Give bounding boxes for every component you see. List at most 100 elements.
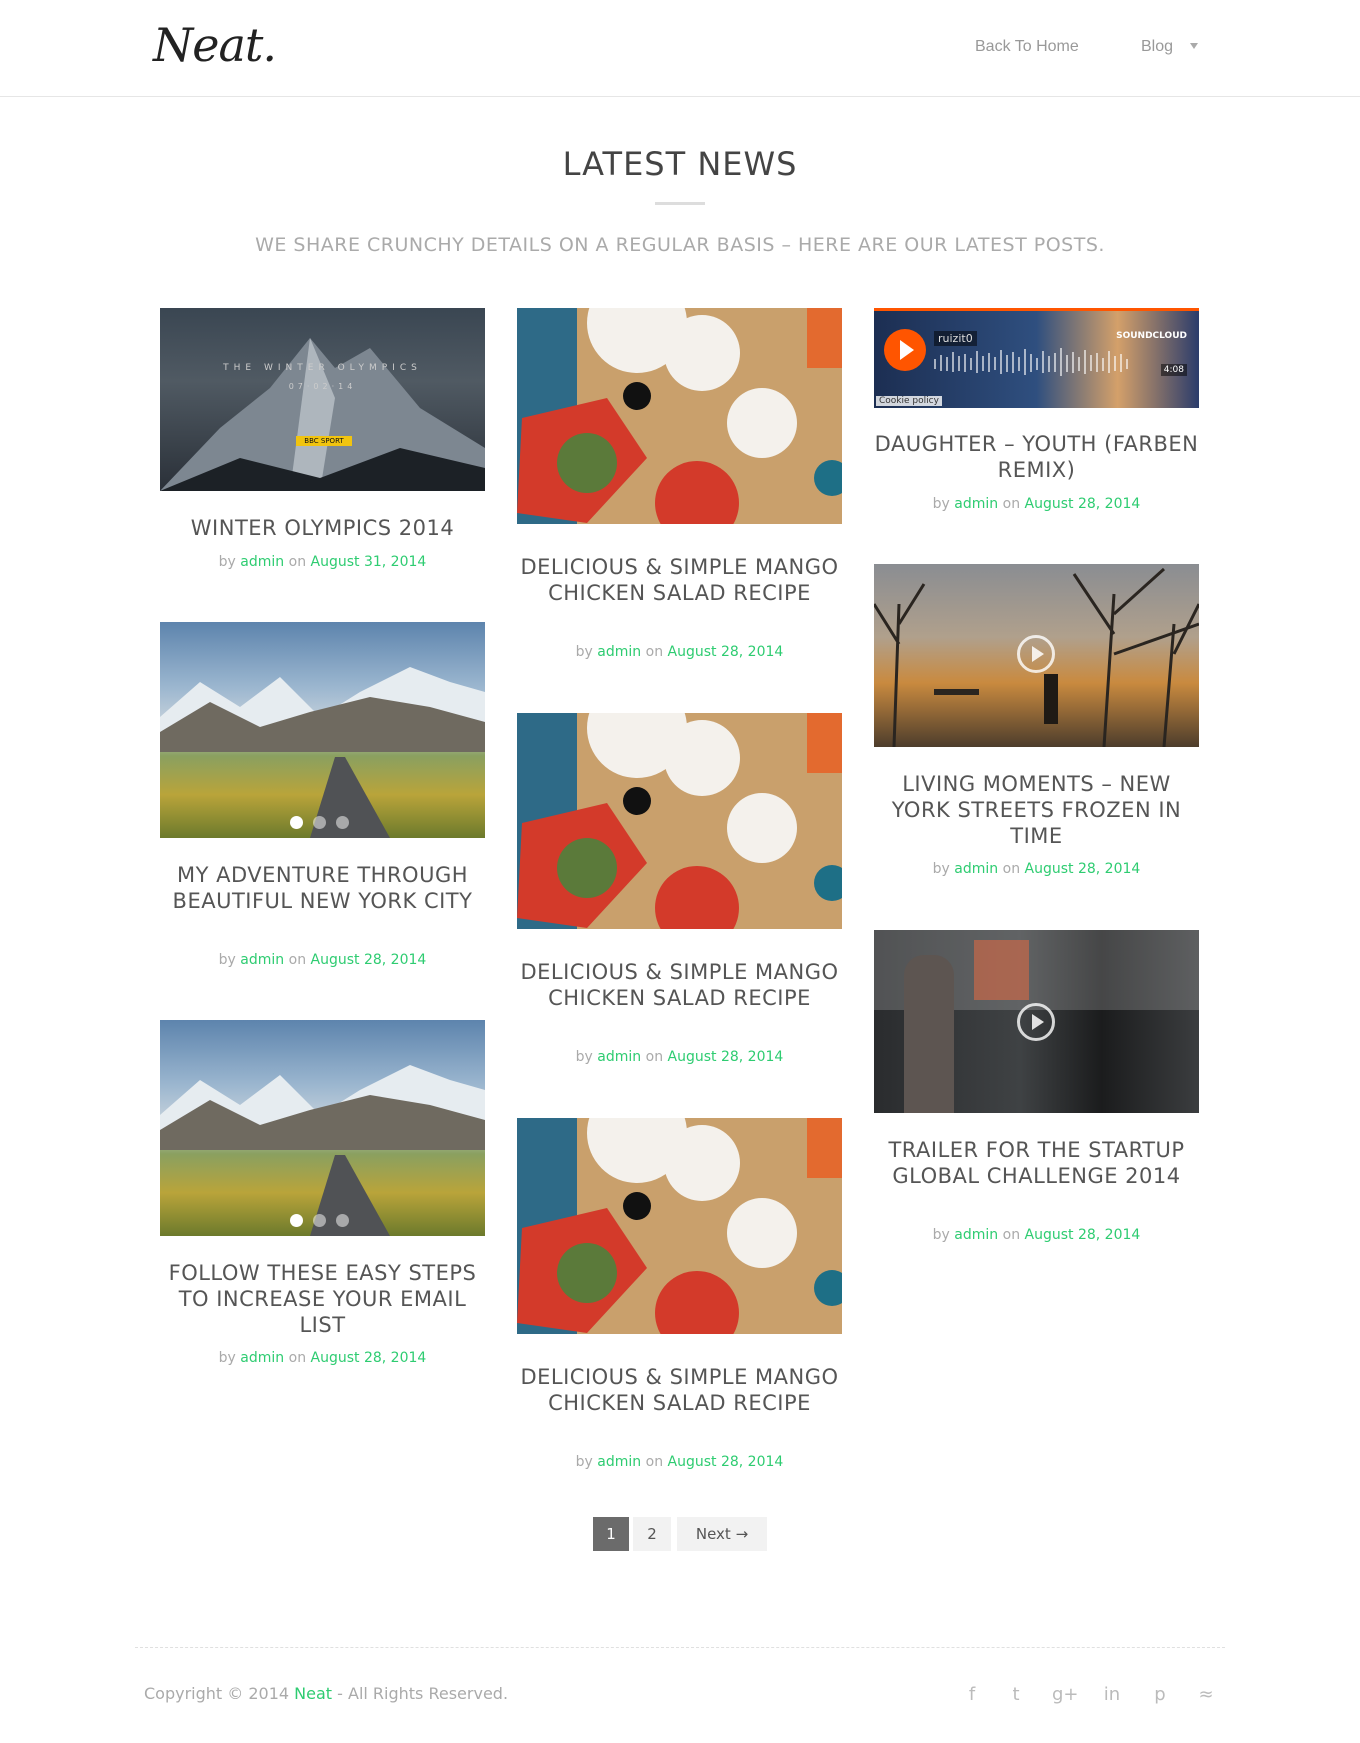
cookie-policy-link[interactable]: Cookie policy [876, 396, 942, 406]
meta-by: by [218, 554, 241, 570]
post-thumbnail[interactable] [517, 1118, 842, 1334]
author-link[interactable]: admin [597, 1049, 641, 1065]
author-link[interactable]: admin [240, 554, 284, 570]
meta-on: on [284, 554, 311, 570]
date-link[interactable]: August 28, 2014 [1025, 861, 1141, 877]
post-card: MY ADVENTURE THROUGH BEAUTIFUL NEW YORK … [160, 622, 485, 968]
site-header: Neat. Back To Home Blog [0, 0, 1360, 97]
author-link[interactable]: admin [954, 861, 998, 877]
author-link[interactable]: admin [954, 496, 998, 512]
post-title[interactable]: TRAILER FOR THE STARTUP GLOBAL CHALLENGE… [874, 1137, 1199, 1189]
post-meta: by admin on August 28, 2014 [160, 952, 485, 968]
video-thumbnail[interactable] [874, 930, 1199, 1113]
rss-icon[interactable]: ≈ [1194, 1684, 1218, 1705]
landscape-image [160, 667, 485, 838]
post-meta: by admin on August 28, 2014 [874, 1227, 1199, 1243]
play-button[interactable] [884, 329, 926, 371]
meta-on: on [641, 644, 668, 660]
slider-dot[interactable] [290, 1214, 303, 1227]
post-title[interactable]: LIVING MOMENTS – NEW YORK STREETS FROZEN… [874, 771, 1199, 849]
post-title[interactable]: DELICIOUS & SIMPLE MANGO CHICKEN SALAD R… [517, 1364, 842, 1416]
date-link[interactable]: August 28, 2014 [1025, 496, 1141, 512]
date-link[interactable]: August 28, 2014 [668, 644, 784, 660]
waveform[interactable] [934, 347, 1134, 377]
post-thumbnail-slider[interactable] [160, 622, 485, 838]
meta-by: by [218, 1350, 241, 1366]
meta-on: on [284, 1350, 311, 1366]
slider-dot[interactable] [290, 816, 303, 829]
video-play-icon[interactable] [1017, 635, 1055, 673]
nav-blog[interactable]: Blog [1141, 38, 1173, 56]
video-play-icon[interactable] [1017, 1003, 1055, 1041]
post-title[interactable]: DAUGHTER – YOUTH (FARBEN REMIX) [874, 431, 1199, 483]
post-title[interactable]: DELICIOUS & SIMPLE MANGO CHICKEN SALAD R… [517, 959, 842, 1011]
meta-on: on [641, 1454, 668, 1470]
food-image [517, 1118, 842, 1334]
meta-by: by [932, 1227, 955, 1243]
post-card: TRAILER FOR THE STARTUP GLOBAL CHALLENGE… [874, 930, 1199, 1243]
mountain-image [160, 338, 485, 491]
meta-on: on [284, 952, 311, 968]
post-card: FOLLOW THESE EASY STEPS TO INCREASE YOUR… [160, 1020, 485, 1366]
post-meta: by admin on August 28, 2014 [160, 1350, 485, 1366]
soundcloud-user[interactable]: ruizit0 [934, 331, 977, 346]
post-thumbnail[interactable] [517, 713, 842, 929]
post-meta: by admin on August 28, 2014 [874, 496, 1199, 512]
slider-dot[interactable] [336, 816, 349, 829]
post-thumbnail[interactable] [517, 308, 842, 524]
slider-dot[interactable] [313, 1214, 326, 1227]
meta-by: by [218, 952, 241, 968]
facebook-icon[interactable]: f [960, 1684, 984, 1705]
site-logo[interactable]: Neat. [153, 18, 277, 72]
nav-back-to-home[interactable]: Back To Home [975, 38, 1079, 56]
author-link[interactable]: admin [240, 1350, 284, 1366]
post-title[interactable]: MY ADVENTURE THROUGH BEAUTIFUL NEW YORK … [160, 862, 485, 914]
caret-down-icon[interactable] [1190, 43, 1198, 49]
sticky-notes-image [974, 940, 1029, 1000]
slider-dot[interactable] [313, 816, 326, 829]
meta-on: on [998, 496, 1025, 512]
meta-by: by [575, 1454, 598, 1470]
slider-dot[interactable] [336, 1214, 349, 1227]
page-2-button[interactable]: 2 [633, 1517, 671, 1551]
date-link[interactable]: August 28, 2014 [311, 1350, 427, 1366]
meta-by: by [932, 496, 955, 512]
author-link[interactable]: admin [954, 1227, 998, 1243]
copyright-text: Copyright © 2014 [144, 1684, 295, 1703]
post-title[interactable]: WINTER OLYMPICS 2014 [160, 515, 485, 541]
author-link[interactable]: admin [597, 1454, 641, 1470]
date-link[interactable]: August 28, 2014 [1025, 1227, 1141, 1243]
post-title[interactable]: FOLLOW THESE EASY STEPS TO INCREASE YOUR… [160, 1260, 485, 1338]
post-thumbnail-slider[interactable] [160, 1020, 485, 1236]
post-card: ruizit0 SOUNDCLOUD 4:08 Cookie policy DA… [874, 308, 1199, 512]
post-meta: by admin on August 28, 2014 [517, 1454, 842, 1470]
soundcloud-logo[interactable]: SOUNDCLOUD [1116, 331, 1187, 341]
post-card: DELICIOUS & SIMPLE MANGO CHICKEN SALAD R… [517, 713, 842, 1065]
twitter-icon[interactable]: t [1004, 1684, 1028, 1705]
food-image [517, 713, 842, 929]
author-link[interactable]: admin [597, 644, 641, 660]
post-card: THE WINTER OLYMPICS 07·02·14 BBC SPORT W… [160, 308, 485, 570]
date-link[interactable]: August 31, 2014 [311, 554, 427, 570]
brand-link[interactable]: Neat [294, 1684, 332, 1703]
post-thumbnail[interactable]: THE WINTER OLYMPICS 07·02·14 BBC SPORT [160, 308, 485, 491]
post-card: LIVING MOMENTS – NEW YORK STREETS FROZEN… [874, 564, 1199, 877]
next-page-button[interactable]: Next → [677, 1517, 767, 1551]
date-link[interactable]: August 28, 2014 [311, 952, 427, 968]
soundcloud-player[interactable]: ruizit0 SOUNDCLOUD 4:08 Cookie policy [874, 308, 1199, 408]
post-title[interactable]: DELICIOUS & SIMPLE MANGO CHICKEN SALAD R… [517, 554, 842, 606]
date-link[interactable]: August 28, 2014 [668, 1454, 784, 1470]
author-link[interactable]: admin [240, 952, 284, 968]
track-duration: 4:08 [1160, 364, 1187, 376]
title-divider [655, 202, 705, 205]
linkedin-icon[interactable]: in [1100, 1684, 1124, 1705]
person-image [904, 955, 954, 1113]
page-1-button[interactable]: 1 [593, 1517, 629, 1551]
meta-by: by [575, 1049, 598, 1065]
meta-on: on [998, 1227, 1025, 1243]
pinterest-icon[interactable]: p [1148, 1684, 1172, 1705]
date-link[interactable]: August 28, 2014 [668, 1049, 784, 1065]
video-thumbnail[interactable] [874, 564, 1199, 747]
post-meta: by admin on August 31, 2014 [160, 554, 485, 570]
google-plus-icon[interactable]: g+ [1052, 1684, 1079, 1705]
